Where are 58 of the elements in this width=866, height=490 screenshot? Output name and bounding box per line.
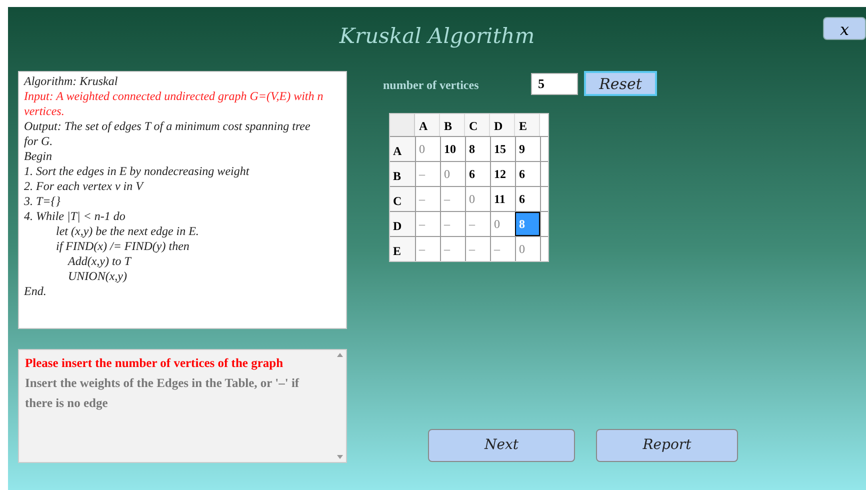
table-cell[interactable]: – (440, 237, 465, 261)
table-cell[interactable]: 9 (515, 137, 540, 161)
table-cell[interactable]: 12 (490, 162, 515, 186)
table-cell[interactable]: 10 (440, 137, 465, 161)
action-button[interactable]: Report (596, 429, 738, 462)
table-cell[interactable]: 11 (490, 187, 515, 211)
vertices-field[interactable]: 5 (531, 73, 578, 95)
table-cell[interactable]: 0 (440, 162, 465, 186)
table-cell[interactable]: 0 (515, 237, 540, 261)
row-header: A (390, 137, 415, 161)
table-cell[interactable]: 0 (415, 137, 440, 161)
table-cell[interactable]: – (440, 212, 465, 236)
column-header: B (440, 114, 465, 136)
table-cell[interactable]: 6 (515, 162, 540, 186)
vertices-label: number of vertices (383, 77, 480, 94)
table-cell[interactable]: 15 (490, 137, 515, 161)
table-cell[interactable]: 6 (465, 162, 490, 186)
algorithm-line: 2. For each vertex v in V (24, 179, 145, 194)
algorithm-line: UNION(x,y) (67, 269, 128, 284)
algorithm-line: Algorithm: Kruskal (24, 74, 119, 89)
table-cell[interactable]: – (465, 212, 490, 236)
algorithm-line: 3. T={} (24, 194, 62, 209)
column-header: D (490, 114, 515, 136)
column-header: E (515, 114, 540, 136)
row-header: C (390, 187, 415, 211)
table-cell[interactable]: 0 (465, 187, 490, 211)
message-text: Please insert the number of vertices of the graph (25, 355, 284, 372)
close-button[interactable]: x (823, 17, 866, 40)
algorithm-line: 1. Sort the edges in E by nondecreasing weight (24, 164, 250, 179)
algorithm-line: Add(x,y) to T (66, 254, 132, 269)
algorithm-line: if FIND(x) /= FIND(y) then (55, 239, 190, 254)
scroll-up-icon[interactable] (337, 353, 343, 357)
row-header: E (390, 237, 415, 261)
table-cell[interactable]: – (415, 212, 440, 236)
table-cell[interactable]: – (490, 237, 515, 261)
algorithm-line: End. (24, 284, 48, 299)
message-text: Insert the weights of the Edges in the Table, or '–' if there is no edge (25, 375, 300, 412)
column-header: A (415, 114, 440, 136)
action-button[interactable]: Next (428, 429, 575, 462)
table-cell[interactable]: 8 (465, 137, 490, 161)
table-cell[interactable]: 6 (515, 187, 540, 211)
algorithm-line: 4. While |T| < n-1 do (24, 209, 126, 224)
table-cell[interactable]: – (440, 187, 465, 211)
table-cell[interactable]: – (415, 237, 440, 261)
algorithm-line: Input: A weighted connected undirected graph G=(V,E) with n vertices. (24, 89, 324, 119)
table-cell[interactable]: 8 (515, 212, 540, 236)
table-cell[interactable]: – (465, 237, 490, 261)
row-header: B (390, 162, 415, 186)
table-cell[interactable]: – (415, 187, 440, 211)
column-header: C (465, 114, 490, 136)
algorithm-line: Output: The set of edges T of a minimum cost spanning tree for G. (24, 119, 312, 149)
row-header: D (390, 212, 415, 236)
window-title: Kruskal Algorithm (339, 23, 535, 50)
table-cell[interactable]: – (415, 162, 440, 186)
algorithm-line: Begin (24, 149, 53, 164)
reset-button[interactable]: Reset (584, 71, 657, 96)
algorithm-line: let (x,y) be the next edge in E. (55, 224, 200, 239)
scroll-down-icon[interactable] (337, 455, 343, 459)
